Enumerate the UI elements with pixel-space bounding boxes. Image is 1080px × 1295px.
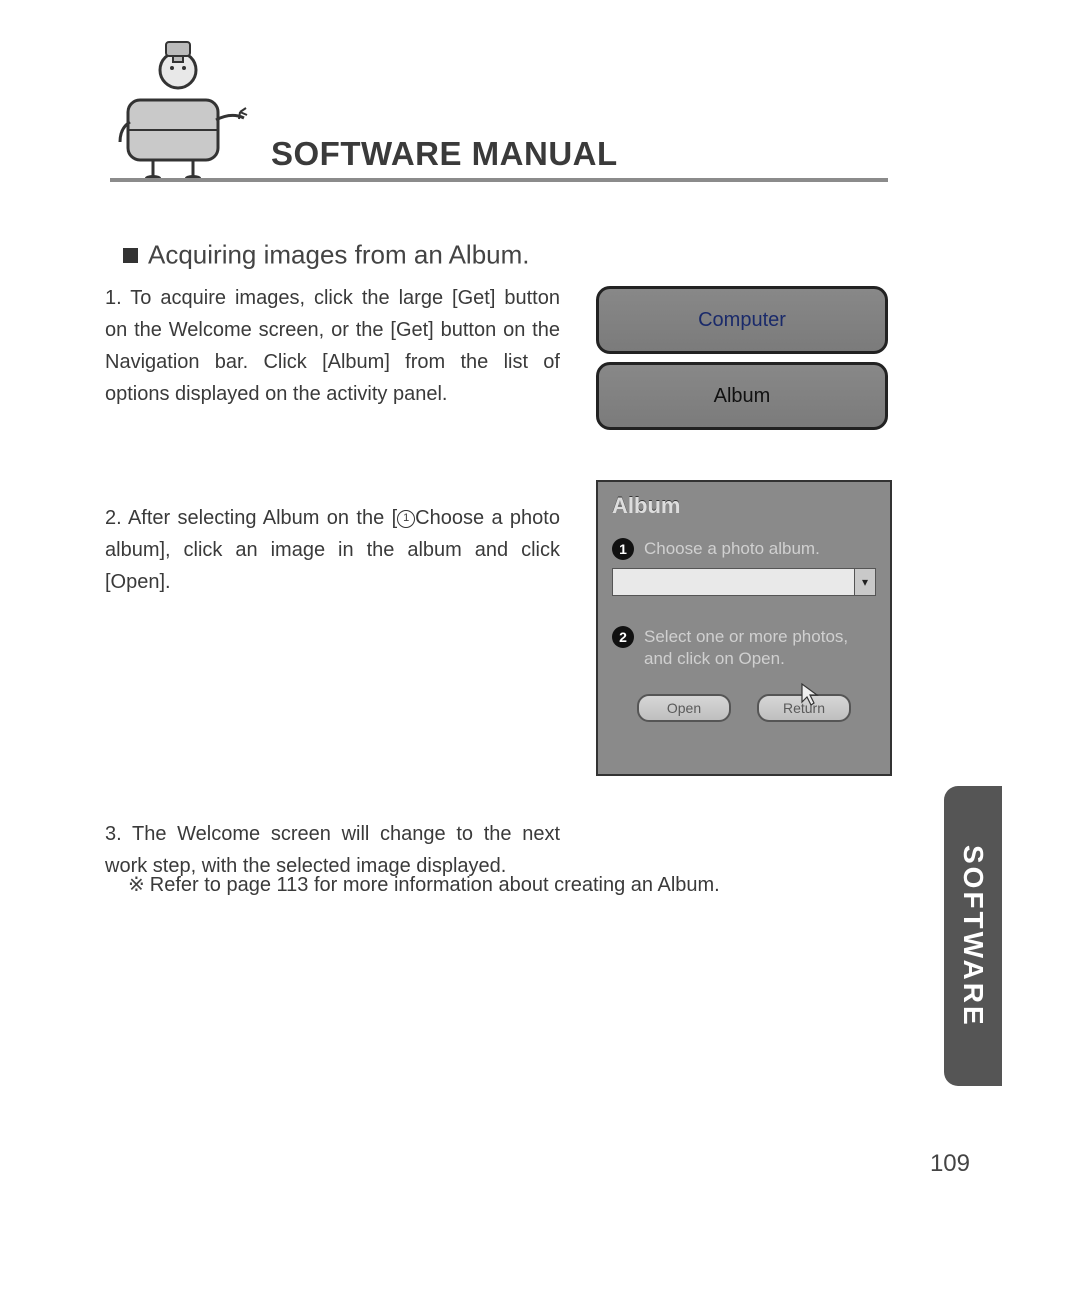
activity-panel-figure: Computer Album [596,286,888,430]
mascot-icon [108,30,258,180]
page-title: SOFTWARE MANUAL [271,135,618,173]
album-panel-title: Album [598,482,890,530]
step-1-number: 1. [105,287,122,309]
chevron-down-icon[interactable]: ▾ [854,569,875,595]
section-tab-label: SOFTWARE [957,845,989,1028]
computer-option-label: Computer [698,309,786,332]
cursor-icon [800,682,822,708]
step-1: 1. To acquire images, click the large [G… [105,282,560,410]
step-2-number: 2. [105,507,122,529]
section-heading: Acquiring images from an Album. [123,238,530,271]
page-number: 109 [930,1150,970,1178]
album-option-button[interactable]: Album [596,362,888,430]
computer-option-button[interactable]: Computer [596,286,888,354]
album-dropdown-value [613,569,854,595]
album-step-1: 1 Choose a photo album. [612,538,876,560]
step-3-number: 3. [105,823,122,845]
step-3-text: The Welcome screen will change to the ne… [105,823,560,877]
badge-2-icon: 2 [612,626,634,648]
album-step-2-text: Select one or more photos, and click on … [644,626,876,670]
footnote-text: Refer to page 113 for more information a… [150,874,720,896]
section-heading-text: Acquiring images from an Album. [148,240,530,270]
step-2: 2. After selecting Album on the [1Choose… [105,502,560,598]
header-divider [110,178,888,182]
page-title-wrap: SOFTWARE MANUAL [271,135,618,173]
manual-page: SOFTWARE MANUAL Acquiring images from an… [0,0,1080,1295]
album-step-2: 2 Select one or more photos, and click o… [612,626,876,670]
step-1-text: To acquire images, click the large [Get]… [105,287,560,405]
badge-1-icon: 1 [612,538,634,560]
album-button-row: Open Return [612,694,876,722]
album-dropdown[interactable]: ▾ [612,568,876,596]
step-2-text-a: After selecting Album on the [ [122,507,397,529]
bullet-square-icon [123,248,138,263]
album-step-1-text: Choose a photo album. [644,539,820,559]
album-panel-figure: Album 1 Choose a photo album. ▾ 2 Select… [596,480,892,776]
circled-1-icon: 1 [397,510,415,528]
section-tab: SOFTWARE [944,786,1002,1086]
footnote: ※ Refer to page 113 for more information … [128,872,720,897]
album-panel-body: 1 Choose a photo album. ▾ 2 Select one o… [598,530,890,736]
album-option-label: Album [714,385,771,408]
open-button[interactable]: Open [637,694,731,722]
open-button-label: Open [667,700,701,716]
reference-mark-icon: ※ [128,874,144,896]
